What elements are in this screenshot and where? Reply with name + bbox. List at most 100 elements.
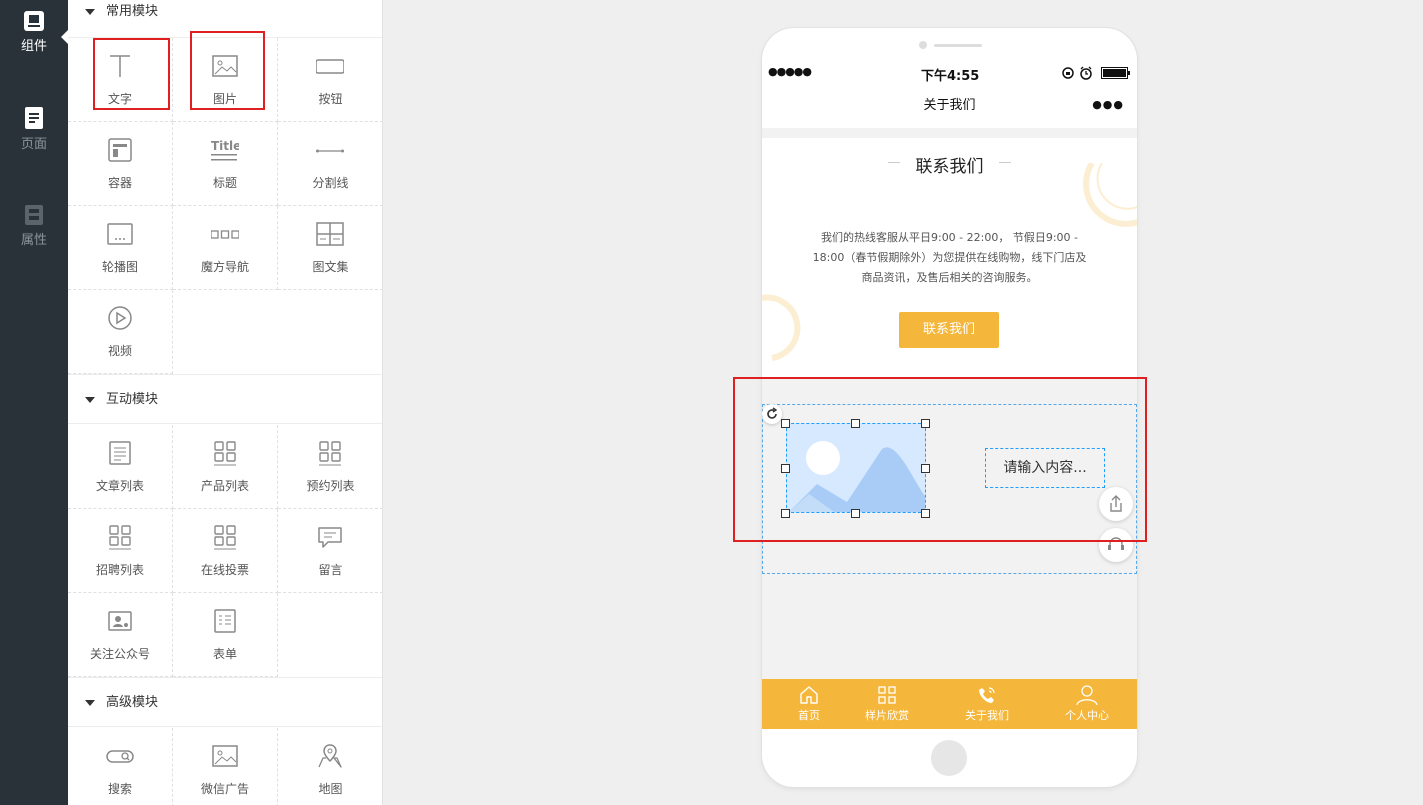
rail-label-properties: 属性 <box>20 233 47 248</box>
battery-icon <box>1101 67 1130 79</box>
title-dash-right <box>999 162 1011 163</box>
tab-samples[interactable]: 样片欣赏 <box>840 679 934 729</box>
active-notch <box>61 30 68 44</box>
follow-account-icon <box>108 611 132 631</box>
component-booking-list[interactable]: 预约列表 <box>278 425 382 509</box>
tab-profile[interactable]: 个人中心 <box>1040 679 1134 729</box>
component-online-vote[interactable]: 在线投票 <box>173 509 278 593</box>
component-cube-nav[interactable]: 魔方导航 <box>173 206 278 290</box>
signal-dots: ●●●●● <box>768 65 812 78</box>
rail-item-properties[interactable]: 属性 <box>0 204 68 248</box>
rail-label-components: 组件 <box>20 39 47 54</box>
collapse-triangle-icon <box>85 9 95 15</box>
component-label: 预约列表 <box>306 479 355 493</box>
rail-item-components[interactable]: 组件 <box>0 10 68 54</box>
component-label: 地图 <box>318 782 343 796</box>
grid-icon <box>878 686 896 704</box>
nav-bar: 关于我们 ●●● <box>762 84 1137 128</box>
component-label: 魔方导航 <box>200 260 249 274</box>
component-label: 微信广告 <box>200 782 249 796</box>
component-label: 产品列表 <box>200 479 249 493</box>
phone-call-icon <box>979 687 995 703</box>
highlight-edit-area <box>733 377 1147 542</box>
component-label: 文章列表 <box>95 479 144 493</box>
component-panel: 常用模块 文字 图片 按钮 容器 Title 标题 分割线 轮播图 魔方导航 图… <box>68 0 383 805</box>
status-time: 下午4:55 <box>921 69 980 84</box>
component-job-list[interactable]: 招聘列表 <box>68 509 173 593</box>
component-label: 表单 <box>212 647 237 661</box>
grid-icon <box>319 441 341 466</box>
component-wechat-ad[interactable]: 微信广告 <box>173 728 278 805</box>
tab-label: 个人中心 <box>1065 709 1109 722</box>
component-label: 留言 <box>318 563 343 577</box>
video-play-icon <box>108 306 132 330</box>
component-product-list[interactable]: 产品列表 <box>173 425 278 509</box>
map-pin-icon <box>318 744 342 768</box>
front-camera <box>919 41 927 49</box>
component-button[interactable]: 按钮 <box>278 38 382 122</box>
component-label: 视频 <box>107 344 132 358</box>
form-icon <box>214 609 236 633</box>
carousel-icon <box>107 223 133 245</box>
component-label: 在线投票 <box>200 563 249 577</box>
component-label: 标题 <box>212 176 237 190</box>
more-icon[interactable]: ●●● <box>1092 83 1124 127</box>
tab-label: 样片欣赏 <box>865 709 909 722</box>
section-header-interactive[interactable]: 互动模块 <box>68 374 382 424</box>
section-title: 高级模块 <box>106 695 159 710</box>
message-bubble-icon <box>318 527 342 548</box>
nav-title: 关于我们 <box>923 98 976 113</box>
contact-section[interactable]: 联系我们 我们的热线客服从平日9:00 - 22:00， 节假日9:00 - 1… <box>762 138 1137 378</box>
component-video[interactable]: 视频 <box>68 290 173 374</box>
page-icon <box>25 107 43 129</box>
gallery-icon <box>316 222 344 246</box>
section-title: 常用模块 <box>106 4 159 19</box>
component-title[interactable]: Title 标题 <box>173 122 278 206</box>
title-icon: Title <box>211 139 239 161</box>
left-rail: 组件 页面 属性 <box>0 0 68 805</box>
component-label: 招聘列表 <box>95 563 144 577</box>
component-form[interactable]: 表单 <box>173 593 278 677</box>
properties-icon <box>25 205 43 225</box>
components-icon <box>24 11 44 31</box>
button-icon <box>316 59 344 74</box>
decor-ring-left <box>762 294 801 361</box>
component-label: 图文集 <box>312 260 349 274</box>
divider-icon <box>316 149 344 153</box>
speaker-grille <box>934 44 982 47</box>
component-container[interactable]: 容器 <box>68 122 173 206</box>
grid-icon <box>214 441 236 466</box>
highlight-text-component <box>93 38 170 110</box>
component-follow-account[interactable]: 关注公众号 <box>68 593 173 677</box>
contact-us-button[interactable]: 联系我们 <box>899 312 999 348</box>
svg-text:Title: Title <box>211 139 239 153</box>
user-icon <box>1076 685 1098 705</box>
home-button[interactable] <box>931 740 967 776</box>
component-gallery[interactable]: 图文集 <box>278 206 382 290</box>
component-label: 分割线 <box>312 176 349 190</box>
rail-item-pages[interactable]: 页面 <box>0 106 68 152</box>
section-header-advanced[interactable]: 高级模块 <box>68 677 382 727</box>
component-article-list[interactable]: 文章列表 <box>68 425 173 509</box>
tab-label: 关于我们 <box>965 709 1009 722</box>
component-message[interactable]: 留言 <box>278 509 382 593</box>
alarm-icon <box>1080 66 1092 80</box>
search-icon <box>106 750 134 763</box>
tab-about-us[interactable]: 关于我们 <box>940 679 1034 729</box>
component-label: 按钮 <box>318 92 343 106</box>
component-search[interactable]: 搜索 <box>68 728 173 805</box>
component-divider[interactable]: 分割线 <box>278 122 382 206</box>
rail-label-pages: 页面 <box>20 137 47 152</box>
grid-icon <box>214 525 236 550</box>
bottom-tab-bar: 首页 样片欣赏 关于我们 个人中心 <box>762 679 1137 729</box>
component-carousel[interactable]: 轮播图 <box>68 206 173 290</box>
orientation-lock-icon <box>1062 67 1074 79</box>
component-label: 搜索 <box>107 782 132 796</box>
status-bar: ●●●●● 下午4:55 <box>762 62 1137 84</box>
home-icon <box>800 686 818 704</box>
image-icon <box>212 745 238 767</box>
tab-label: 首页 <box>798 709 820 722</box>
article-list-icon <box>109 441 131 465</box>
component-map[interactable]: 地图 <box>278 728 382 805</box>
section-title: 互动模块 <box>106 392 159 407</box>
